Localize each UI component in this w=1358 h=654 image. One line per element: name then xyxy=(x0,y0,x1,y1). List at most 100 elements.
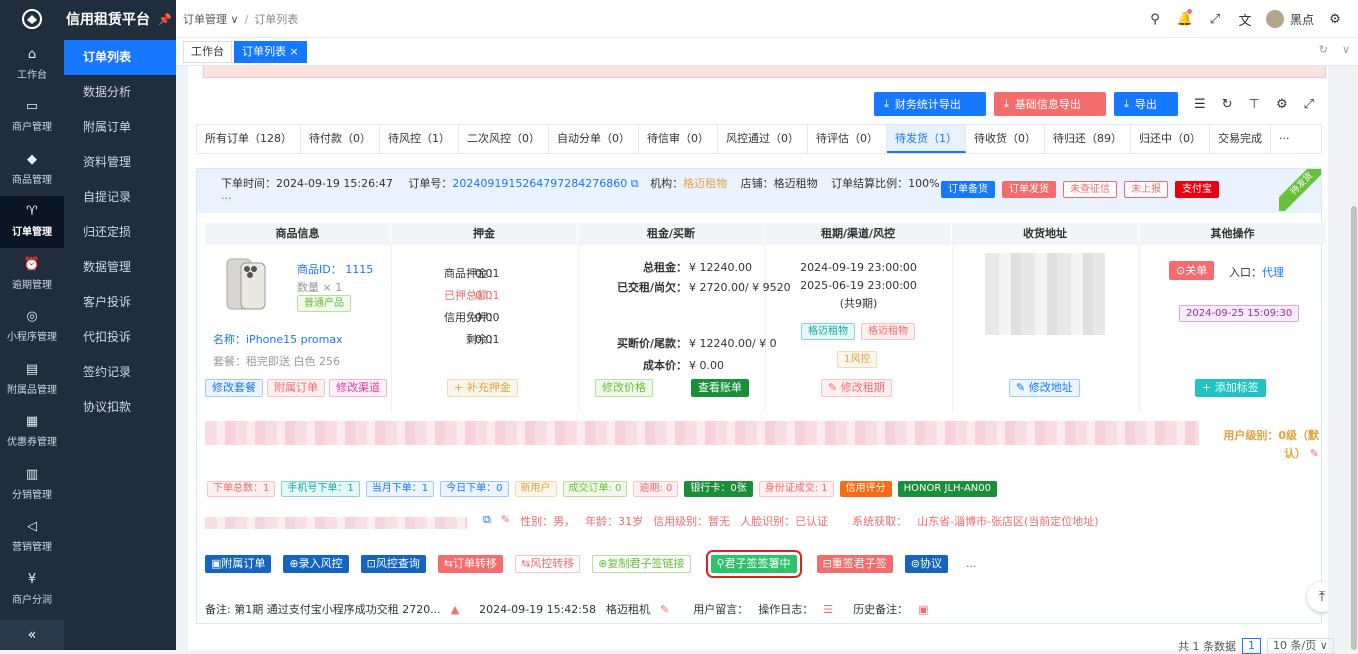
op-button-3[interactable]: ⇆订单转移 xyxy=(437,555,504,573)
edit-icon[interactable]: ✎ xyxy=(660,603,669,616)
pin-icon[interactable]: 📌 xyxy=(158,13,172,26)
edit-icon[interactable]: ✎ xyxy=(501,513,510,529)
rail-item-4[interactable]: ⏰ 逾期管理 xyxy=(0,248,64,301)
deposit-values: 0.01 0.01 0.00 0.01 xyxy=(475,267,500,346)
page-number[interactable]: 1 xyxy=(1242,638,1261,654)
op-button-4[interactable]: ⇆风控转移 xyxy=(515,555,581,573)
order-no[interactable]: 20240919152647972842768​60 xyxy=(452,177,627,190)
op-button-1[interactable]: ⊕录入风控 xyxy=(283,555,349,573)
tab-order-list[interactable]: 订单列表 × xyxy=(234,41,307,63)
app-logo[interactable] xyxy=(0,0,64,38)
product-id[interactable]: 商品ID： 1115 xyxy=(297,261,373,277)
caret-up-icon[interactable]: ▲ xyxy=(451,603,459,616)
submenu-item-7[interactable]: 客户投诉 xyxy=(64,285,176,320)
op-button-8[interactable]: ⊜协议 xyxy=(904,555,948,573)
copy-icon[interactable]: ⧉ xyxy=(631,177,639,190)
order-tab-9[interactable]: 待收货（0） xyxy=(966,125,1045,153)
submenu-item-9[interactable]: 签约记录 xyxy=(64,355,176,390)
list-icon[interactable]: ☰ xyxy=(823,603,833,616)
modify-address-button[interactable]: ✎ 修改地址 xyxy=(1009,379,1080,397)
rail-item-3[interactable]: ♈ 订单管理 xyxy=(0,195,64,248)
tag-stock[interactable]: 订单备货 xyxy=(941,181,995,198)
op-button-0[interactable]: ▣附属订单 xyxy=(205,555,272,573)
rail-item-8[interactable]: ▥ 分销管理 xyxy=(0,458,64,511)
op-button-6[interactable]: ⚲君子签签署中 xyxy=(705,550,802,578)
entry-value[interactable]: 代理 xyxy=(1262,266,1284,279)
order-tab-11[interactable]: 归还中（0） xyxy=(1131,125,1210,153)
submenu-item-8[interactable]: 代扣投诉 xyxy=(64,320,176,355)
tag-ship[interactable]: 订单发货 xyxy=(1002,181,1056,198)
scrollbar[interactable] xyxy=(1350,66,1358,650)
modify-term-button[interactable]: ✎ 修改租期 xyxy=(821,379,892,397)
user-menu[interactable]: 黑点 xyxy=(1265,10,1314,28)
add-deposit-button[interactable]: + 补充押金 xyxy=(447,379,518,397)
order-tab-0[interactable]: 所有订单（128） xyxy=(197,125,301,153)
submenu-item-4[interactable]: 自提记录 xyxy=(64,180,176,215)
rail-item-1[interactable]: ▭ 商户管理 xyxy=(0,91,64,144)
rail-item-9[interactable]: ◁ 营销管理 xyxy=(0,511,64,564)
order-tab-7[interactable]: 待评估（0） xyxy=(808,125,887,153)
rail-item-10[interactable]: ¥ 商户分润 xyxy=(0,563,64,616)
breadcrumb-first[interactable]: 订单管理 xyxy=(183,13,227,26)
translate-icon[interactable]: 文 xyxy=(1230,10,1260,29)
add-tag-button[interactable]: + 添加标签 xyxy=(1195,379,1266,397)
op-button-9[interactable]: ... xyxy=(960,555,983,573)
finance-export-button[interactable]: ⤓ 财务统计导出 xyxy=(874,92,987,116)
page-size-select[interactable]: 10 条/页 ∨ xyxy=(1267,638,1334,654)
sub-order-button[interactable]: 附属订单 xyxy=(267,379,325,397)
list-icon[interactable]: ☰ xyxy=(1194,97,1206,112)
rail-item-5[interactable]: ◎ 小程序管理 xyxy=(0,301,64,354)
submenu-item-2[interactable]: 附属订单 xyxy=(64,110,176,145)
rail-item-2[interactable]: ◆ 商品管理 xyxy=(0,143,64,196)
chevron-down-icon[interactable]: ∨ xyxy=(1342,43,1350,56)
order-tab-4[interactable]: 自动分单（0） xyxy=(549,125,639,153)
more-icon[interactable]: ··· xyxy=(1271,125,1298,153)
stat-tag-4: 新用户 xyxy=(514,481,557,497)
submenu-item-1[interactable]: 数据分析 xyxy=(64,75,176,110)
order-tab-1[interactable]: 待付款（0） xyxy=(301,125,380,153)
order-no-label: 订单号： xyxy=(408,177,453,190)
submenu-item-3[interactable]: 资料管理 xyxy=(64,145,176,180)
modify-price-button[interactable]: 修改价格 xyxy=(595,379,653,397)
copy-icon[interactable]: ⧉ xyxy=(483,513,491,529)
edit-icon[interactable]: ✎ xyxy=(1310,447,1319,460)
submenu-item-10[interactable]: 协议扣款 xyxy=(64,390,176,425)
refresh-icon[interactable]: ↻ xyxy=(1222,97,1233,112)
order-tab-5[interactable]: 待信审（0） xyxy=(639,125,718,153)
calendar-icon[interactable]: ▣ xyxy=(918,603,928,616)
modify-channel-button[interactable]: 修改渠道 xyxy=(329,379,387,397)
settings-icon[interactable]: ⚙ xyxy=(1276,97,1288,112)
modify-plan-button[interactable]: 修改套餐 xyxy=(205,379,263,397)
submenu-item-0[interactable]: 订单列表 xyxy=(64,40,176,75)
view-bill-button[interactable]: 查看账单 xyxy=(691,379,749,397)
search-icon[interactable]: ⚲ xyxy=(1140,12,1170,27)
basic-export-button[interactable]: ⤓ 基础信息导出 xyxy=(994,92,1107,116)
op-button-2[interactable]: ⊡风控查询 xyxy=(360,555,426,573)
collapse-icon[interactable]: « xyxy=(0,620,64,650)
rail-item-7[interactable]: ▦ 优惠券管理 xyxy=(0,406,64,459)
submenu-item-5[interactable]: 归还定损 xyxy=(64,215,176,250)
submenu-item-6[interactable]: 数据管理 xyxy=(64,250,176,285)
order-tab-10[interactable]: 待归还（89） xyxy=(1045,125,1131,153)
close-order-button[interactable]: ⊙关单 xyxy=(1169,261,1215,280)
rail-item-6[interactable]: ▤ 附属品管理 xyxy=(0,353,64,406)
gear-icon[interactable]: ⚙ xyxy=(1320,12,1350,27)
order-tab-3[interactable]: 二次风控（0） xyxy=(459,125,549,153)
rail-item-0[interactable]: ⌂ 工作台 xyxy=(0,38,64,91)
op-button-5[interactable]: ⊕复制君子签链接 xyxy=(592,555,691,573)
order-tab-12[interactable]: 交易完成 xyxy=(1210,125,1271,153)
op-button-7[interactable]: ⊟重签君子签 xyxy=(816,555,893,573)
order-tab-2[interactable]: 待风控（1） xyxy=(380,125,459,153)
fullscreen-icon[interactable]: ⤢ xyxy=(1200,12,1230,27)
tab-home[interactable]: 工作台 xyxy=(183,41,232,63)
bell-icon[interactable]: 🔔 xyxy=(1170,8,1200,27)
product-name[interactable]: 名称：iPhone15 promax xyxy=(213,331,343,347)
fullscreen-icon[interactable]: ⤢ xyxy=(1304,97,1314,112)
refresh-icon[interactable]: ↻ xyxy=(1319,43,1328,56)
export-button[interactable]: ⤓ 导出 xyxy=(1114,92,1179,116)
order-status-tabs: 所有订单（128） 待付款（0） 待风控（1） 二次风控（0） 自动分单（0） 待信审（0… xyxy=(196,124,1322,154)
column-height-icon[interactable]: ⊤ xyxy=(1249,97,1260,112)
order-tab-8[interactable]: 待发货（1） xyxy=(887,125,966,153)
order-tab-6[interactable]: 风控通过（0） xyxy=(718,125,808,153)
close-icon[interactable]: × xyxy=(290,45,299,58)
